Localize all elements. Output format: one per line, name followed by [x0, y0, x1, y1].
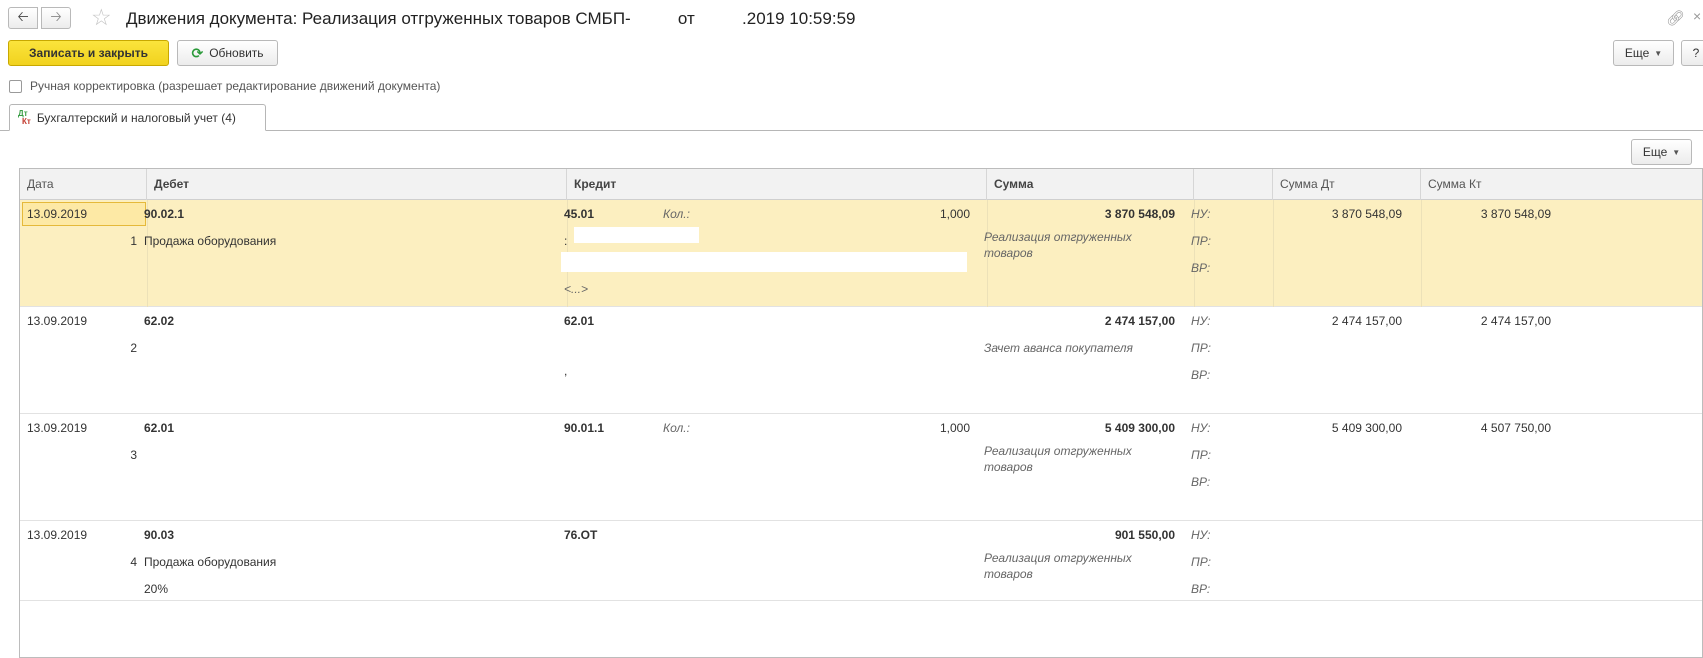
- row-qty-label: Кол.:: [663, 207, 690, 221]
- table-row[interactable]: 13.09.2019 4 90.03 Продажа оборудования …: [20, 521, 1702, 601]
- row-credit[interactable]: 76.ОТ: [564, 528, 597, 542]
- table-more-button[interactable]: Еще ▼: [1631, 139, 1692, 165]
- kt-icon-text: Кт: [22, 116, 31, 126]
- table-row[interactable]: 13.09.2019 3 62.01 90.01.1 Кол.: 1,000 5…: [20, 414, 1702, 521]
- help-button[interactable]: ?: [1681, 40, 1703, 66]
- redacted-field: [574, 227, 699, 243]
- dropdown-caret-icon: ▼: [1672, 147, 1681, 157]
- manual-correction-checkbox[interactable]: [9, 79, 22, 93]
- row-debit[interactable]: 62.02: [144, 314, 174, 328]
- manual-correction[interactable]: Ручная корректировка (разрешает редактир…: [9, 78, 440, 94]
- header-credit[interactable]: Кредит: [567, 169, 987, 200]
- row-vr-label: ВР:: [1191, 368, 1211, 382]
- row-date[interactable]: 13.09.2019: [27, 421, 87, 435]
- window-title: Движения документа: Реализация отгруженн…: [126, 9, 856, 28]
- row-qty[interactable]: 1,000: [820, 421, 970, 435]
- row-vr-label: ВР:: [1191, 582, 1211, 596]
- redacted-field: [561, 252, 967, 272]
- row-content[interactable]: Реализация отгруженных товаров: [984, 550, 1154, 582]
- row-vr-label: ВР:: [1191, 475, 1211, 489]
- row-sum[interactable]: 2 474 157,00: [1005, 314, 1175, 328]
- row-date[interactable]: 13.09.2019: [27, 528, 87, 542]
- row-number: 2: [130, 341, 137, 355]
- save-and-close-button[interactable]: Записать и закрыть: [8, 40, 169, 66]
- table-row[interactable]: 13.09.2019 1 90.02.1 Продажа оборудовани…: [20, 200, 1702, 307]
- favorite-star-icon[interactable]: ☆: [91, 4, 112, 30]
- movements-table[interactable]: Дата Дебет Кредит Сумма Сумма Дт Сумма К…: [19, 168, 1703, 658]
- row-credit[interactable]: 90.01.1: [564, 421, 604, 435]
- row-pr-label: ПР:: [1191, 555, 1211, 569]
- row-nu-label: НУ:: [1191, 207, 1211, 221]
- row-vr-label: ВР:: [1191, 261, 1211, 275]
- dropdown-caret-icon: ▼: [1654, 48, 1663, 58]
- row-sum-dt[interactable]: 3 870 548,09: [1250, 207, 1402, 221]
- row-content[interactable]: Зачет аванса покупателя: [984, 341, 1133, 355]
- arrow-left-icon: 🡠: [17, 8, 29, 24]
- row-credit-subconto-1[interactable]: :: [564, 234, 567, 248]
- header-sum-dt[interactable]: Сумма Дт: [1273, 169, 1421, 200]
- row-sum-dt[interactable]: 2 474 157,00: [1250, 314, 1402, 328]
- table-row[interactable]: 13.09.2019 2 62.02 62.01 , 2 474 157,00 …: [20, 307, 1702, 414]
- row-debit-subconto-1[interactable]: Продажа оборудования: [144, 555, 276, 569]
- row-debit[interactable]: 90.03: [144, 528, 174, 542]
- row-sum[interactable]: 901 550,00: [1005, 528, 1175, 542]
- row-pr-label: ПР:: [1191, 448, 1211, 462]
- arrow-right-icon: 🡢: [50, 8, 62, 24]
- refresh-icon: ⟳: [191, 44, 204, 61]
- more-button[interactable]: Еще ▼: [1613, 40, 1674, 66]
- row-pr-label: ПР:: [1191, 234, 1211, 248]
- refresh-button[interactable]: ⟳ Обновить: [177, 40, 278, 66]
- row-sum-dt[interactable]: 5 409 300,00: [1250, 421, 1402, 435]
- header-blank[interactable]: [1194, 169, 1273, 200]
- header-sum[interactable]: Сумма: [987, 169, 1194, 200]
- tab-accounting[interactable]: Дт Кт Бухгалтерский и налоговый учет (4): [9, 104, 266, 131]
- row-debit[interactable]: 62.01: [144, 421, 174, 435]
- close-icon[interactable]: ×: [1693, 8, 1701, 24]
- row-pr-label: ПР:: [1191, 341, 1211, 355]
- row-qty[interactable]: 1,000: [820, 207, 970, 221]
- row-debit-subconto[interactable]: Продажа оборудования: [144, 234, 276, 248]
- row-sum-kt[interactable]: 2 474 157,00: [1400, 314, 1551, 328]
- row-nu-label: НУ:: [1191, 314, 1211, 328]
- row-sum-kt[interactable]: 3 870 548,09: [1400, 207, 1551, 221]
- table-more-label: Еще: [1642, 145, 1668, 159]
- table-header: Дата Дебет Кредит Сумма Сумма Дт Сумма К…: [20, 169, 1702, 200]
- row-content[interactable]: Реализация отгруженных товаров: [984, 229, 1154, 261]
- refresh-label: Обновить: [209, 46, 264, 60]
- row-sum[interactable]: 3 870 548,09: [1005, 207, 1175, 221]
- title-bar: 🡠 🡢 ☆ Движения документа: Реализация отг…: [0, 0, 1703, 36]
- more-label: Еще: [1624, 46, 1650, 60]
- forward-button[interactable]: 🡢: [41, 7, 71, 29]
- row-credit-subconto-2[interactable]: ,: [564, 364, 567, 378]
- dt-kt-icon: Дт Кт: [18, 109, 31, 126]
- row-date[interactable]: 13.09.2019: [27, 207, 87, 221]
- header-sum-kt[interactable]: Сумма Кт: [1421, 169, 1702, 200]
- row-number: 3: [130, 448, 137, 462]
- row-debit[interactable]: 90.02.1: [144, 207, 184, 221]
- row-credit[interactable]: 62.01: [564, 314, 594, 328]
- row-nu-label: НУ:: [1191, 421, 1211, 435]
- row-credit[interactable]: 45.01: [564, 207, 594, 221]
- row-date[interactable]: 13.09.2019: [27, 314, 87, 328]
- link-icon[interactable]: 🔗︎: [1666, 9, 1685, 27]
- row-nu-label: НУ:: [1191, 528, 1211, 542]
- row-number: 4: [130, 555, 137, 569]
- row-qty-label: Кол.:: [663, 421, 690, 435]
- back-button[interactable]: 🡠: [8, 7, 38, 29]
- row-credit-subconto-3[interactable]: <...>: [564, 282, 588, 296]
- row-debit-subconto-2[interactable]: 20%: [144, 582, 168, 596]
- tab-label: Бухгалтерский и налоговый учет (4): [36, 110, 236, 125]
- command-bar: Записать и закрыть ⟳ Обновить Еще ▼ ?: [0, 40, 1703, 68]
- header-date[interactable]: Дата: [20, 169, 147, 200]
- manual-correction-label: Ручная корректировка (разрешает редактир…: [30, 79, 441, 93]
- header-debit[interactable]: Дебет: [147, 169, 567, 200]
- row-sum-kt[interactable]: 4 507 750,00: [1400, 421, 1551, 435]
- row-content[interactable]: Реализация отгруженных товаров: [984, 443, 1154, 475]
- row-sum[interactable]: 5 409 300,00: [1005, 421, 1175, 435]
- row-number: 1: [130, 234, 137, 248]
